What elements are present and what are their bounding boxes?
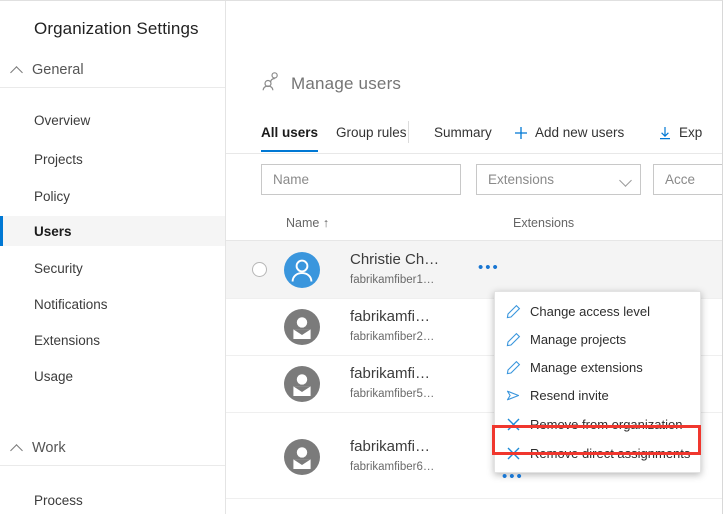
sidebar-group-header-work[interactable]: Work: [0, 431, 225, 466]
chevron-up-icon: [12, 64, 24, 76]
avatar: [284, 309, 320, 345]
user-email: fabrikamfiber2…: [350, 331, 434, 343]
pencil-icon: [505, 303, 521, 319]
menu-item-remove-from-organization[interactable]: Remove from organization: [495, 409, 700, 439]
row-overflow-menu-button[interactable]: •••: [478, 263, 500, 273]
command-bar: All users Group rules Summary Add new us…: [226, 113, 722, 154]
extensions-dropdown-value: Extensions: [488, 172, 554, 187]
summary-button[interactable]: Summary: [434, 113, 492, 152]
export-button[interactable]: Exp: [658, 113, 702, 152]
row-context-menu: Change access level Manage projects Mana…: [494, 291, 701, 473]
search-input[interactable]: Name: [261, 164, 461, 195]
sidebar-item-users[interactable]: Users: [0, 216, 225, 246]
download-icon: [658, 126, 672, 140]
sidebar-item-process[interactable]: Process: [0, 485, 225, 515]
plus-icon: [514, 126, 528, 140]
menu-item-label: Manage projects: [530, 332, 626, 347]
extensions-dropdown[interactable]: Extensions: [476, 164, 641, 195]
user-name: fabrikamfi…: [350, 365, 430, 382]
menu-bottom-pad: [495, 467, 700, 472]
row-overflow-menu-button[interactable]: •••: [502, 472, 524, 482]
export-label: Exp: [679, 125, 702, 140]
sidebar-item-policy[interactable]: Policy: [0, 181, 225, 211]
pencil-icon: [505, 359, 521, 375]
sidebar-item-label: Extensions: [34, 333, 100, 348]
add-new-users-label: Add new users: [535, 125, 624, 140]
sidebar-item-label: Security: [34, 261, 83, 276]
summary-label: Summary: [434, 125, 492, 140]
sidebar-item-label: Users: [34, 224, 72, 239]
column-header-name[interactable]: Name ↑: [286, 216, 329, 230]
user-email: fabrikamfiber1…: [350, 274, 434, 286]
menu-item-remove-direct-assignments[interactable]: Remove direct assignments: [495, 439, 700, 467]
sidebar-item-label: Policy: [34, 189, 70, 204]
sidebar-item-usage[interactable]: Usage: [0, 361, 225, 391]
access-dropdown-value: Acce: [665, 172, 695, 187]
sidebar-item-label: Process: [34, 493, 83, 508]
x-icon: [505, 445, 521, 461]
menu-item-label: Resend invite: [530, 388, 609, 403]
tab-group-rules[interactable]: Group rules: [336, 113, 407, 152]
user-email: fabrikamfiber5…: [350, 388, 434, 400]
user-name: fabrikamfi…: [350, 308, 430, 325]
row-select-radio[interactable]: [252, 262, 267, 277]
chevron-down-icon: [621, 176, 630, 185]
sidebar-item-label: Notifications: [34, 297, 108, 312]
access-dropdown[interactable]: Acce: [653, 164, 722, 195]
sidebar-item-projects[interactable]: Projects: [0, 144, 225, 174]
chevron-up-icon: [12, 442, 24, 454]
x-icon: [505, 416, 521, 432]
search-input-placeholder: Name: [273, 172, 309, 187]
user-name: fabrikamfi…: [350, 438, 430, 455]
menu-item-manage-extensions[interactable]: Manage extensions: [495, 353, 700, 381]
sidebar-item-security[interactable]: Security: [0, 253, 225, 283]
people-icon: [261, 71, 281, 96]
user-name: Christie Ch…: [350, 251, 439, 268]
sidebar: Organization Settings General Overview P…: [0, 1, 226, 514]
tab-label: All users: [261, 125, 318, 140]
menu-item-manage-projects[interactable]: Manage projects: [495, 325, 700, 353]
table-row-divider: [226, 498, 722, 499]
sidebar-group-label: General: [32, 62, 84, 78]
sidebar-item-label: Usage: [34, 369, 73, 384]
tab-all-users[interactable]: All users: [261, 113, 318, 152]
menu-item-label: Manage extensions: [530, 360, 643, 375]
sidebar-item-overview[interactable]: Overview: [0, 105, 225, 135]
sidebar-group-general: General: [0, 53, 225, 88]
sidebar-item-label: Overview: [34, 113, 90, 128]
toolbar-divider: [408, 121, 409, 143]
organization-settings-page: Organization Settings General Overview P…: [0, 0, 723, 514]
sidebar-group-work: Work: [0, 431, 225, 466]
avatar: [284, 366, 320, 402]
sidebar-item-label: Projects: [34, 152, 83, 167]
sort-ascending-icon: ↑: [323, 216, 329, 230]
menu-item-label: Change access level: [530, 304, 650, 319]
avatar: [284, 252, 320, 288]
menu-item-label: Remove from organization: [530, 417, 682, 432]
user-email: fabrikamfiber6…: [350, 461, 434, 473]
menu-item-label: Remove direct assignments: [530, 446, 690, 461]
add-new-users-button[interactable]: Add new users: [514, 113, 624, 152]
manage-users-header: Manage users: [261, 71, 401, 96]
send-icon: [505, 387, 521, 403]
table-column-headers: Name ↑ Extensions: [226, 212, 722, 241]
sidebar-group-header-general[interactable]: General: [0, 53, 225, 88]
menu-item-change-access-level[interactable]: Change access level: [495, 297, 700, 325]
pencil-icon: [505, 331, 521, 347]
column-header-extensions[interactable]: Extensions: [513, 216, 574, 230]
page-title: Organization Settings: [34, 19, 199, 39]
sidebar-item-notifications[interactable]: Notifications: [0, 289, 225, 319]
sidebar-item-extensions[interactable]: Extensions: [0, 325, 225, 355]
filter-bar: Name Extensions Acce: [226, 164, 722, 196]
avatar: [284, 439, 320, 475]
manage-users-title: Manage users: [291, 74, 401, 94]
tab-label: Group rules: [336, 125, 407, 140]
menu-item-resend-invite[interactable]: Resend invite: [495, 381, 700, 409]
sidebar-group-label: Work: [32, 440, 66, 456]
